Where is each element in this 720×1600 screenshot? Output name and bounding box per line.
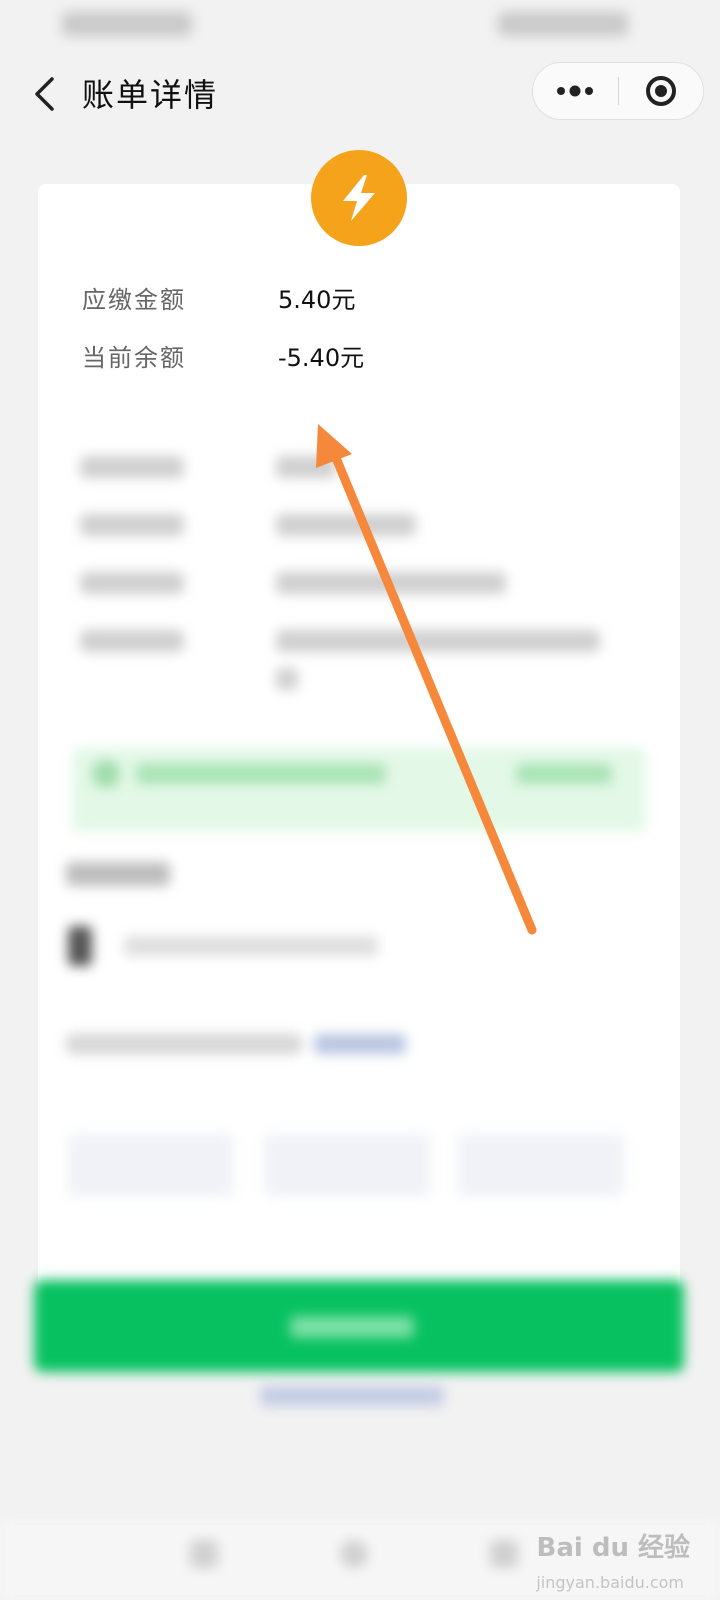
watermark-url: jingyan.baidu.com [536, 1573, 684, 1592]
annotation-arrow-icon [316, 424, 537, 935]
baidu-jingyan-watermark: Bai du 经验 [536, 1533, 691, 1563]
